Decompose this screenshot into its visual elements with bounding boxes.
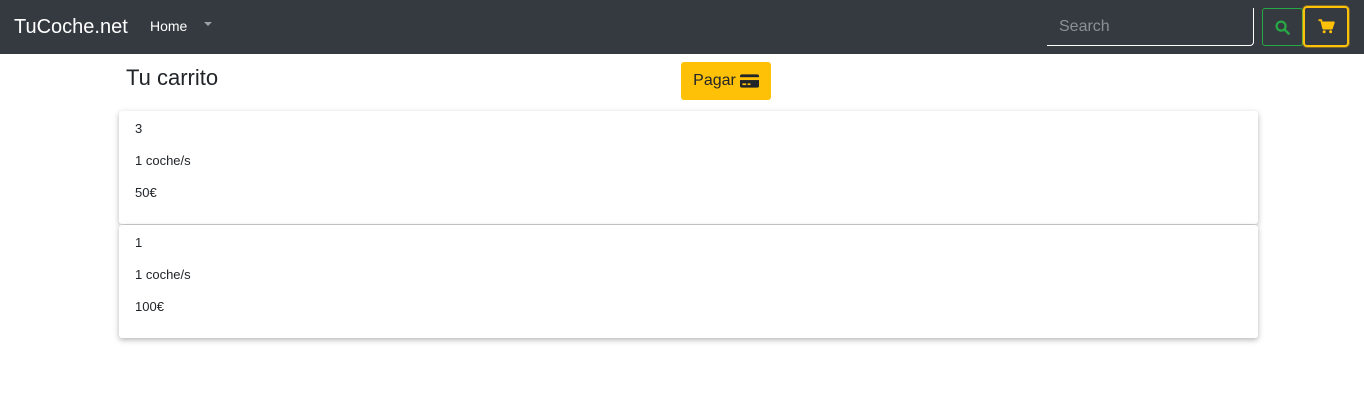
cart-item-quantity: 1 coche/s [135,267,191,282]
cart-item-card: 1 1 coche/s 100€ [119,225,1258,338]
top-navbar: TuCoche.net Home [0,0,1364,54]
cart-item-id: 1 [135,235,143,250]
search-icon [1275,19,1290,35]
cart-item-price: 50€ [135,185,157,200]
cart-item-quantity: 1 coche/s [135,153,191,168]
search-input[interactable] [1047,8,1254,46]
credit-card-icon [739,74,759,88]
cart-item-list: 3 1 coche/s 50€ 1 1 coche/s 100€ [119,111,1258,339]
cart-icon [1318,19,1335,34]
cart-button[interactable] [1303,6,1349,47]
cart-item-card: 3 1 coche/s 50€ [119,111,1258,224]
cart-item-id: 3 [135,121,143,136]
caret-down-icon[interactable] [204,22,212,26]
page-title: Tu carrito [126,65,219,90]
cart-item-price: 100€ [135,299,164,314]
search-button[interactable] [1262,8,1303,46]
nav-home-link[interactable]: Home [150,18,187,35]
pay-button[interactable]: Pagar [681,62,771,100]
brand-logo[interactable]: TuCoche.net [14,15,128,39]
pay-button-label: Pagar [693,72,736,89]
